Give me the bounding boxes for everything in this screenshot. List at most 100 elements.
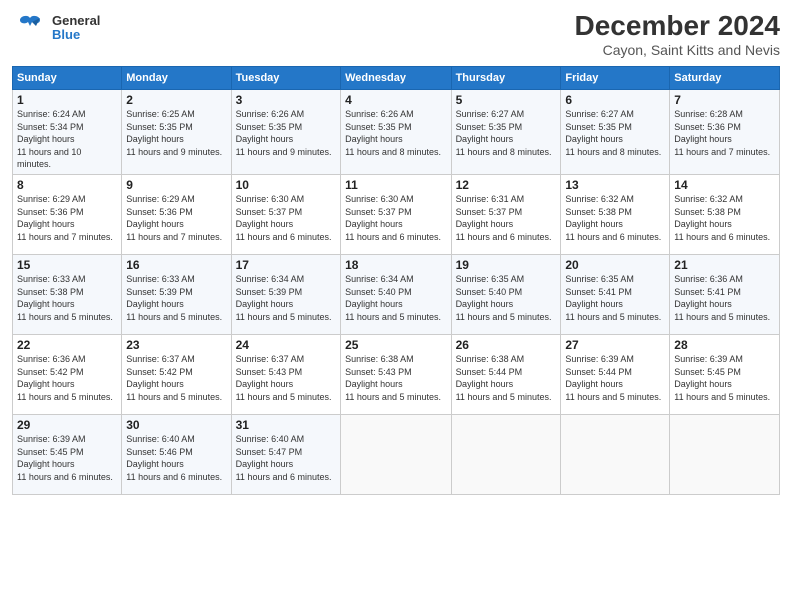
day-info: Sunrise: 6:33 AM Sunset: 5:38 PM Dayligh…	[17, 273, 117, 323]
day-number: 28	[674, 338, 775, 352]
day-number: 2	[126, 93, 226, 107]
day-info: Sunrise: 6:32 AM Sunset: 5:38 PM Dayligh…	[674, 193, 775, 243]
calendar-cell: 3 Sunrise: 6:26 AM Sunset: 5:35 PM Dayli…	[231, 90, 340, 175]
calendar-cell: 6 Sunrise: 6:27 AM Sunset: 5:35 PM Dayli…	[561, 90, 670, 175]
col-sunday: Sunday	[13, 67, 122, 90]
logo: General Blue	[12, 10, 100, 46]
day-number: 11	[345, 178, 446, 192]
calendar-cell: 26 Sunrise: 6:38 AM Sunset: 5:44 PM Dayl…	[451, 334, 561, 414]
calendar-cell: 11 Sunrise: 6:30 AM Sunset: 5:37 PM Dayl…	[341, 174, 451, 254]
calendar-cell: 10 Sunrise: 6:30 AM Sunset: 5:37 PM Dayl…	[231, 174, 340, 254]
calendar-cell	[670, 414, 780, 494]
calendar-week-row: 22 Sunrise: 6:36 AM Sunset: 5:42 PM Dayl…	[13, 334, 780, 414]
calendar-week-row: 1 Sunrise: 6:24 AM Sunset: 5:34 PM Dayli…	[13, 90, 780, 175]
calendar-cell: 19 Sunrise: 6:35 AM Sunset: 5:40 PM Dayl…	[451, 254, 561, 334]
day-info: Sunrise: 6:39 AM Sunset: 5:45 PM Dayligh…	[674, 353, 775, 403]
day-info: Sunrise: 6:29 AM Sunset: 5:36 PM Dayligh…	[17, 193, 117, 243]
calendar-cell: 5 Sunrise: 6:27 AM Sunset: 5:35 PM Dayli…	[451, 90, 561, 175]
day-info: Sunrise: 6:34 AM Sunset: 5:40 PM Dayligh…	[345, 273, 446, 323]
calendar-cell: 27 Sunrise: 6:39 AM Sunset: 5:44 PM Dayl…	[561, 334, 670, 414]
day-number: 26	[456, 338, 557, 352]
day-number: 30	[126, 418, 226, 432]
day-info: Sunrise: 6:39 AM Sunset: 5:45 PM Dayligh…	[17, 433, 117, 483]
col-thursday: Thursday	[451, 67, 561, 90]
calendar-week-row: 15 Sunrise: 6:33 AM Sunset: 5:38 PM Dayl…	[13, 254, 780, 334]
day-info: Sunrise: 6:38 AM Sunset: 5:44 PM Dayligh…	[456, 353, 557, 403]
day-info: Sunrise: 6:36 AM Sunset: 5:41 PM Dayligh…	[674, 273, 775, 323]
calendar-cell: 18 Sunrise: 6:34 AM Sunset: 5:40 PM Dayl…	[341, 254, 451, 334]
day-number: 8	[17, 178, 117, 192]
day-info: Sunrise: 6:35 AM Sunset: 5:41 PM Dayligh…	[565, 273, 665, 323]
logo-general: General	[52, 14, 100, 28]
day-number: 27	[565, 338, 665, 352]
day-number: 12	[456, 178, 557, 192]
day-number: 3	[236, 93, 336, 107]
day-number: 6	[565, 93, 665, 107]
calendar-week-row: 29 Sunrise: 6:39 AM Sunset: 5:45 PM Dayl…	[13, 414, 780, 494]
day-number: 18	[345, 258, 446, 272]
calendar-cell: 4 Sunrise: 6:26 AM Sunset: 5:35 PM Dayli…	[341, 90, 451, 175]
calendar-cell: 28 Sunrise: 6:39 AM Sunset: 5:45 PM Dayl…	[670, 334, 780, 414]
logo-bird-icon	[12, 10, 48, 46]
calendar-cell: 12 Sunrise: 6:31 AM Sunset: 5:37 PM Dayl…	[451, 174, 561, 254]
calendar-cell: 31 Sunrise: 6:40 AM Sunset: 5:47 PM Dayl…	[231, 414, 340, 494]
calendar-cell: 29 Sunrise: 6:39 AM Sunset: 5:45 PM Dayl…	[13, 414, 122, 494]
day-number: 19	[456, 258, 557, 272]
page-container: General Blue December 2024 Cayon, Saint …	[0, 0, 792, 612]
calendar-cell	[451, 414, 561, 494]
day-info: Sunrise: 6:32 AM Sunset: 5:38 PM Dayligh…	[565, 193, 665, 243]
day-number: 16	[126, 258, 226, 272]
calendar-cell: 20 Sunrise: 6:35 AM Sunset: 5:41 PM Dayl…	[561, 254, 670, 334]
day-number: 25	[345, 338, 446, 352]
day-number: 1	[17, 93, 117, 107]
day-info: Sunrise: 6:30 AM Sunset: 5:37 PM Dayligh…	[236, 193, 336, 243]
day-info: Sunrise: 6:31 AM Sunset: 5:37 PM Dayligh…	[456, 193, 557, 243]
col-monday: Monday	[122, 67, 231, 90]
day-number: 9	[126, 178, 226, 192]
col-friday: Friday	[561, 67, 670, 90]
day-info: Sunrise: 6:35 AM Sunset: 5:40 PM Dayligh…	[456, 273, 557, 323]
day-info: Sunrise: 6:36 AM Sunset: 5:42 PM Dayligh…	[17, 353, 117, 403]
day-info: Sunrise: 6:25 AM Sunset: 5:35 PM Dayligh…	[126, 108, 226, 158]
calendar-cell: 25 Sunrise: 6:38 AM Sunset: 5:43 PM Dayl…	[341, 334, 451, 414]
page-header: General Blue December 2024 Cayon, Saint …	[12, 10, 780, 58]
day-number: 22	[17, 338, 117, 352]
calendar-cell	[561, 414, 670, 494]
day-info: Sunrise: 6:27 AM Sunset: 5:35 PM Dayligh…	[565, 108, 665, 158]
calendar-cell: 8 Sunrise: 6:29 AM Sunset: 5:36 PM Dayli…	[13, 174, 122, 254]
calendar-cell	[341, 414, 451, 494]
calendar-cell: 16 Sunrise: 6:33 AM Sunset: 5:39 PM Dayl…	[122, 254, 231, 334]
day-number: 14	[674, 178, 775, 192]
calendar-cell: 24 Sunrise: 6:37 AM Sunset: 5:43 PM Dayl…	[231, 334, 340, 414]
calendar-cell: 17 Sunrise: 6:34 AM Sunset: 5:39 PM Dayl…	[231, 254, 340, 334]
day-number: 15	[17, 258, 117, 272]
day-info: Sunrise: 6:26 AM Sunset: 5:35 PM Dayligh…	[236, 108, 336, 158]
day-info: Sunrise: 6:24 AM Sunset: 5:34 PM Dayligh…	[17, 108, 117, 171]
day-number: 10	[236, 178, 336, 192]
calendar-cell: 21 Sunrise: 6:36 AM Sunset: 5:41 PM Dayl…	[670, 254, 780, 334]
calendar-cell: 15 Sunrise: 6:33 AM Sunset: 5:38 PM Dayl…	[13, 254, 122, 334]
day-info: Sunrise: 6:28 AM Sunset: 5:36 PM Dayligh…	[674, 108, 775, 158]
day-info: Sunrise: 6:26 AM Sunset: 5:35 PM Dayligh…	[345, 108, 446, 158]
day-info: Sunrise: 6:37 AM Sunset: 5:43 PM Dayligh…	[236, 353, 336, 403]
day-number: 20	[565, 258, 665, 272]
day-info: Sunrise: 6:40 AM Sunset: 5:46 PM Dayligh…	[126, 433, 226, 483]
day-number: 24	[236, 338, 336, 352]
calendar-table: Sunday Monday Tuesday Wednesday Thursday…	[12, 66, 780, 495]
day-info: Sunrise: 6:29 AM Sunset: 5:36 PM Dayligh…	[126, 193, 226, 243]
calendar-cell: 30 Sunrise: 6:40 AM Sunset: 5:46 PM Dayl…	[122, 414, 231, 494]
day-info: Sunrise: 6:38 AM Sunset: 5:43 PM Dayligh…	[345, 353, 446, 403]
day-number: 31	[236, 418, 336, 432]
day-info: Sunrise: 6:27 AM Sunset: 5:35 PM Dayligh…	[456, 108, 557, 158]
day-info: Sunrise: 6:34 AM Sunset: 5:39 PM Dayligh…	[236, 273, 336, 323]
day-number: 21	[674, 258, 775, 272]
calendar-cell: 7 Sunrise: 6:28 AM Sunset: 5:36 PM Dayli…	[670, 90, 780, 175]
day-number: 23	[126, 338, 226, 352]
col-saturday: Saturday	[670, 67, 780, 90]
logo-blue: Blue	[52, 28, 100, 42]
day-number: 13	[565, 178, 665, 192]
calendar-cell: 9 Sunrise: 6:29 AM Sunset: 5:36 PM Dayli…	[122, 174, 231, 254]
calendar-header-row: Sunday Monday Tuesday Wednesday Thursday…	[13, 67, 780, 90]
title-block: December 2024 Cayon, Saint Kitts and Nev…	[575, 10, 780, 58]
calendar-week-row: 8 Sunrise: 6:29 AM Sunset: 5:36 PM Dayli…	[13, 174, 780, 254]
